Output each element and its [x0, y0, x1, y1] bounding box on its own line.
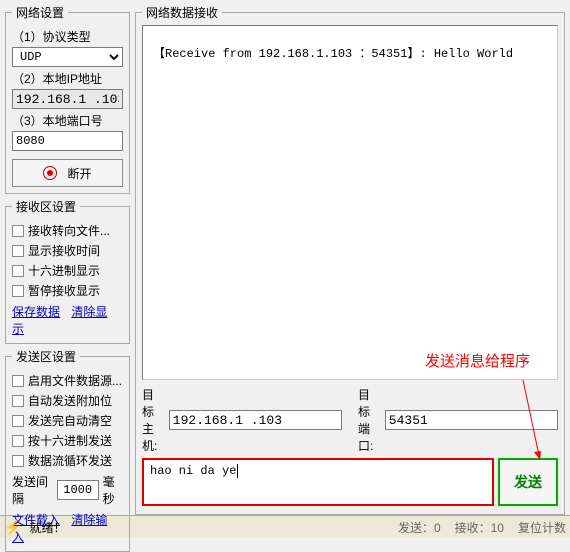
protocol-label: （1）协议类型: [12, 28, 123, 45]
interval-unit: 毫秒: [103, 473, 123, 507]
local-port-label: （3）本地端口号: [12, 112, 123, 129]
checkbox-icon: [12, 285, 24, 297]
checkbox-icon: [12, 415, 24, 427]
target-port-input[interactable]: [385, 410, 558, 430]
send-opt-2[interactable]: 发送完自动清空: [12, 412, 123, 429]
checkbox-icon: [12, 225, 24, 237]
target-host-input[interactable]: [169, 410, 342, 430]
status-reset[interactable]: 复位计数: [518, 519, 566, 536]
local-ip-input[interactable]: [12, 89, 123, 109]
record-icon: [43, 166, 57, 180]
recv-settings-group: 接收区设置 接收转向文件... 显示接收时间 十六进制显示 暂停接收显示 保存数…: [5, 198, 130, 344]
target-host-label: 目标主机:: [142, 386, 163, 454]
local-ip-label: （2）本地IP地址: [12, 70, 123, 87]
bolt-icon: ⚡: [4, 519, 21, 536]
recv-textarea[interactable]: 【Receive from 192.168.1.103 ：54351】: Hel…: [142, 25, 558, 380]
local-port-input[interactable]: [12, 131, 123, 151]
network-settings-group: 网络设置 （1）协议类型 UDP （2）本地IP地址 （3）本地端口号 断开: [5, 4, 130, 194]
checkbox-icon: [12, 375, 24, 387]
send-opt-0[interactable]: 启用文件数据源...: [12, 372, 123, 389]
network-settings-title: 网络设置: [12, 4, 68, 21]
recv-opt-1[interactable]: 显示接收时间: [12, 242, 123, 259]
send-opt-4[interactable]: 数据流循环发送: [12, 452, 123, 469]
save-data-link[interactable]: 保存数据: [12, 305, 60, 319]
send-button[interactable]: 发送: [498, 458, 558, 506]
checkbox-icon: [12, 395, 24, 407]
checkbox-icon: [12, 455, 24, 467]
recv-data-title: 网络数据接收: [142, 4, 222, 21]
send-settings-title: 发送区设置: [12, 348, 80, 365]
checkbox-icon: [12, 435, 24, 447]
send-textarea[interactable]: hao ni da ye: [142, 458, 494, 506]
recv-settings-title: 接收区设置: [12, 198, 80, 215]
checkbox-icon: [12, 245, 24, 257]
status-recv-count: 接收：10: [455, 519, 504, 536]
recv-opt-3[interactable]: 暂停接收显示: [12, 282, 123, 299]
disconnect-button[interactable]: 断开: [12, 159, 123, 187]
interval-input[interactable]: [57, 480, 99, 500]
send-settings-group: 发送区设置 启用文件数据源... 自动发送附加位 发送完自动清空 按十六进制发送…: [5, 348, 130, 552]
recv-opt-0[interactable]: 接收转向文件...: [12, 222, 123, 239]
recv-opt-2[interactable]: 十六进制显示: [12, 262, 123, 279]
send-opt-3[interactable]: 按十六进制发送: [12, 432, 123, 449]
protocol-select[interactable]: UDP: [12, 47, 123, 67]
interval-label: 发送间隔: [12, 473, 53, 507]
status-ready: 就绪！: [29, 519, 65, 536]
checkbox-icon: [12, 265, 24, 277]
recv-data-group: 网络数据接收 【Receive from 192.168.1.103 ：5435…: [135, 4, 565, 515]
disconnect-label: 断开: [67, 165, 91, 182]
status-send-count: 发送：0: [398, 519, 441, 536]
send-opt-1[interactable]: 自动发送附加位: [12, 392, 123, 409]
target-port-label: 目标端口:: [358, 386, 379, 454]
